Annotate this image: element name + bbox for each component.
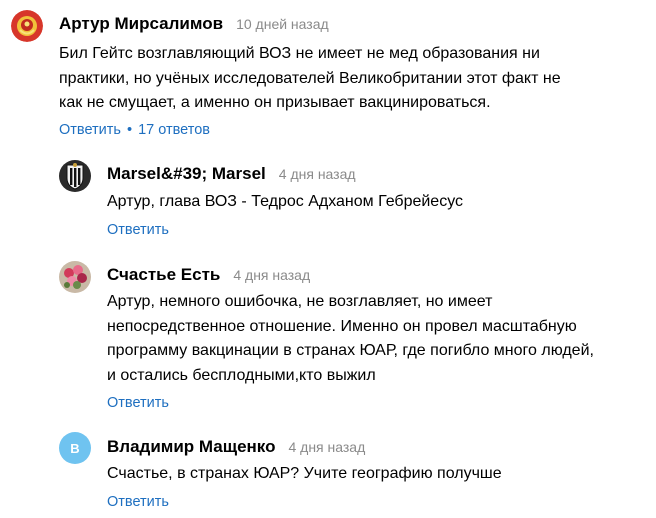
user-avatar[interactable] — [59, 261, 91, 293]
reply-button[interactable]: Ответить — [107, 222, 169, 238]
comment-text-line: и остались бесплодными,кто выжил — [107, 366, 376, 384]
comment-text-line: как не смущает, а именно он призывает ва… — [59, 94, 491, 111]
comment-text-line: программу вакцинации в странах ЮАР, где … — [107, 342, 594, 359]
comment-text: Бил Гейтс возглавляющий ВОЗ не имеет не … — [59, 42, 561, 116]
red-emblem-avatar-icon — [11, 10, 43, 42]
comment-text-line: непосредственное отношение. Именно он пр… — [107, 317, 577, 335]
comment-text: Счастье, в странах ЮАР? Учите географию … — [107, 462, 502, 487]
comment-time: 4 дня назад — [278, 166, 356, 182]
comment-time: 10 дней назад — [236, 16, 329, 32]
comment-author[interactable]: Счастье Есть — [107, 265, 220, 285]
letter-avatar[interactable]: В — [59, 432, 91, 464]
user-avatar[interactable] — [59, 160, 91, 192]
comment-text-line: Артур, глава ВОЗ - Тедрос Адханом Гебрей… — [107, 193, 464, 210]
comment-time: 4 дня назад — [288, 439, 366, 455]
comment-author[interactable]: Владимир Мащенко — [107, 437, 275, 457]
comment-time: 4 дня назад — [233, 267, 311, 283]
comment-text-line: практики, но учёных исследователей Велик… — [59, 69, 561, 87]
comment-text: Артур, немного ошибочка, не возглавляет,… — [107, 290, 594, 388]
juventus-logo-avatar-icon — [59, 160, 91, 192]
flowers-photo-avatar-icon — [59, 261, 91, 293]
comment-text-line: Счастье, в странах ЮАР? Учите географию … — [107, 465, 502, 482]
separator-dot: • — [126, 122, 133, 138]
show-replies-button[interactable]: 17 ответов — [138, 122, 210, 138]
comment-text-line: Бил Гейтс возглавляющий ВОЗ не имеет не … — [59, 45, 540, 62]
avatar-letter: В — [70, 440, 80, 456]
comment-text-line: Артур, немного ошибочка, не возглавляет,… — [107, 293, 493, 310]
comment-author[interactable]: Артур Мирсалимов — [59, 14, 223, 34]
reply-button[interactable]: Ответить — [59, 122, 121, 138]
comment-author[interactable]: Marsel&#39; Marsel — [107, 164, 266, 184]
user-avatar[interactable] — [11, 10, 43, 42]
reply-button[interactable]: Ответить — [107, 494, 169, 510]
comment-text: Артур, глава ВОЗ - Тедрос Адханом Гебрей… — [107, 190, 463, 215]
reply-button[interactable]: Ответить — [107, 395, 169, 411]
